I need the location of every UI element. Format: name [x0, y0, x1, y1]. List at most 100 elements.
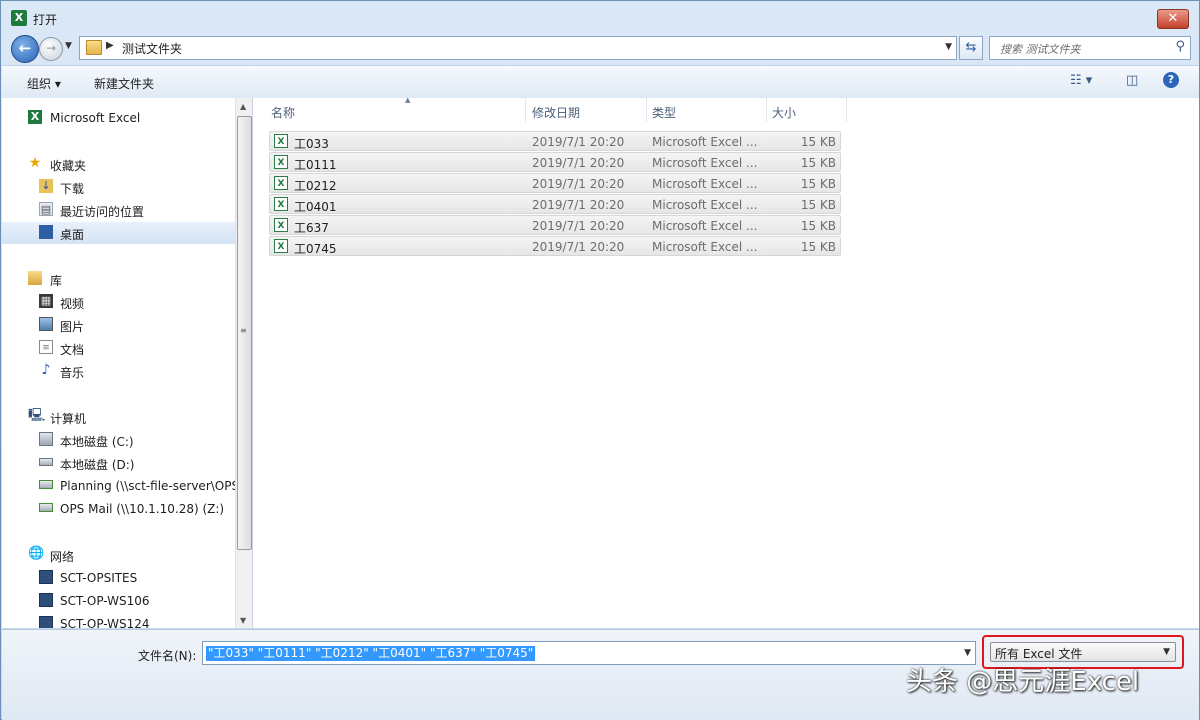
column-header-type[interactable]: 类型 — [646, 98, 767, 122]
nav-item-recent-places[interactable]: ▤ 最近访问的位置 — [2, 199, 235, 221]
excel-file-icon: X — [274, 155, 288, 169]
nav-item-music[interactable]: ♪ 音乐 — [2, 360, 235, 382]
nav-item-network[interactable]: 🌐 网络 — [2, 544, 235, 566]
nav-item-libraries[interactable]: 库 — [2, 268, 235, 290]
nav-item-sct-opsites[interactable]: SCT-OPSITES — [2, 567, 235, 589]
new-folder-button[interactable]: 新建文件夹 — [94, 75, 154, 92]
search-icon[interactable]: ⚲ — [1175, 39, 1185, 54]
column-header-label: 大小 — [772, 106, 797, 120]
file-name: 工033 — [294, 137, 329, 151]
filename-input[interactable]: "工033" "工0111" "工0212" "工0401" "工637" "工… — [202, 641, 976, 665]
file-type: Microsoft Excel ... — [652, 156, 758, 170]
computer-icon: 🖳 — [28, 408, 46, 423]
network-computer-icon — [39, 616, 53, 628]
nav-item-desktop[interactable]: 桌面 — [2, 222, 235, 244]
nav-item-sct-op-ws124[interactable]: SCT-OP-WS124 — [2, 613, 235, 628]
scroll-up-icon[interactable]: ▲ — [240, 102, 246, 111]
nav-item-videos[interactable]: ▦ 视频 — [2, 291, 235, 313]
sort-ascending-icon: ▲ — [405, 96, 411, 104]
watermark: 头条 @思元涯Excel — [906, 667, 1140, 697]
nav-item-pictures[interactable]: 图片 — [2, 314, 235, 336]
navigation-pane: X Microsoft Excel ★ 收藏夹 ↓ 下载 ▤ 最近访问的位置 桌… — [2, 98, 235, 628]
close-button[interactable]: ✕ — [1157, 9, 1189, 29]
recent-pages-dropdown-icon[interactable]: ▼ — [65, 41, 72, 51]
nav-item-downloads[interactable]: ↓ 下载 — [2, 176, 235, 198]
filename-dropdown-icon[interactable]: ▼ — [964, 648, 971, 658]
file-size: 15 KB — [800, 156, 836, 170]
file-name: 工0212 — [294, 179, 337, 193]
music-icon: ♪ — [41, 362, 51, 378]
organize-button[interactable]: 组织 ▾ — [27, 75, 61, 92]
file-size: 15 KB — [800, 198, 836, 212]
scroll-down-icon[interactable]: ▼ — [240, 616, 246, 625]
file-row[interactable]: X 工0745 2019/7/1 20:20 Microsoft Excel .… — [269, 236, 841, 256]
star-icon: ★ — [28, 155, 42, 171]
view-options-icon[interactable]: ☷ ▾ — [1070, 73, 1092, 88]
filetype-select[interactable]: 所有 Excel 文件 ▼ — [990, 642, 1176, 662]
nav-item-label: 文档 — [60, 343, 85, 357]
nav-item-label: Microsoft Excel — [50, 111, 141, 125]
file-type: Microsoft Excel ... — [652, 135, 758, 149]
address-bar[interactable]: ▶ 测试文件夹 ▼ — [79, 36, 957, 60]
column-header-size[interactable]: 大小 — [766, 98, 847, 122]
document-icon: ≡ — [39, 340, 53, 354]
file-date: 2019/7/1 20:20 — [532, 240, 625, 254]
nav-item-sct-op-ws106[interactable]: SCT-OP-WS106 — [2, 590, 235, 612]
nav-item-label: 库 — [50, 274, 63, 288]
nav-item-label: 桌面 — [60, 228, 85, 242]
forward-button[interactable]: → — [39, 37, 63, 61]
preview-pane-icon[interactable]: ◫ — [1126, 73, 1138, 88]
nav-item-label: 网络 — [50, 550, 75, 564]
nav-item-ops-mail-drive[interactable]: OPS Mail (\\10.1.10.28) (Z:) — [2, 498, 235, 520]
file-row[interactable]: X 工637 2019/7/1 20:20 Microsoft Excel ..… — [269, 215, 841, 235]
window-title: 打开 — [33, 13, 58, 27]
file-date: 2019/7/1 20:20 — [532, 198, 625, 212]
file-row[interactable]: X 工0111 2019/7/1 20:20 Microsoft Excel .… — [269, 152, 841, 172]
filetype-dropdown-icon[interactable]: ▼ — [1163, 647, 1170, 657]
local-disk-c-icon — [39, 432, 53, 446]
command-toolbar: 组织 ▾ 新建文件夹 ☷ ▾ ◫ ? — [2, 65, 1199, 99]
download-folder-icon: ↓ — [39, 179, 53, 193]
nav-item-documents[interactable]: ≡ 文档 — [2, 337, 235, 359]
breadcrumb-arrow-icon[interactable]: ▶ — [106, 40, 114, 51]
network-computer-icon — [39, 593, 53, 607]
back-button[interactable]: ← — [11, 35, 39, 63]
file-size: 15 KB — [800, 219, 836, 233]
nav-item-local-disk-c[interactable]: 本地磁盘 (C:) — [2, 429, 235, 451]
file-row[interactable]: X 工0401 2019/7/1 20:20 Microsoft Excel .… — [269, 194, 841, 214]
nav-item-label: Planning (\\sct-file-server\OPS — [60, 479, 235, 493]
excel-file-icon: X — [274, 197, 288, 211]
navigation-pane-scrollbar[interactable]: ▲ ≡ ▼ — [235, 98, 252, 628]
nav-item-computer[interactable]: 🖳 计算机 — [2, 406, 235, 428]
refresh-button[interactable]: ⇆ — [959, 36, 983, 60]
nav-item-microsoft-excel[interactable]: X Microsoft Excel — [2, 107, 235, 129]
nav-item-local-disk-d[interactable]: 本地磁盘 (D:) — [2, 452, 235, 474]
file-size: 15 KB — [800, 177, 836, 191]
column-header-name[interactable]: ▲ 名称 — [265, 96, 526, 122]
nav-item-favorites[interactable]: ★ 收藏夹 — [2, 153, 235, 175]
nav-item-label: 视频 — [60, 297, 85, 311]
file-row[interactable]: X 工0212 2019/7/1 20:20 Microsoft Excel .… — [269, 173, 841, 193]
search-input[interactable]: 搜索 测试文件夹 ⚲ — [989, 36, 1191, 60]
excel-file-icon: X — [274, 239, 288, 253]
address-dropdown-icon[interactable]: ▼ — [945, 42, 952, 52]
excel-icon: X — [28, 110, 42, 124]
file-name: 工0401 — [294, 200, 337, 214]
filename-selected-text[interactable]: "工033" "工0111" "工0212" "工0401" "工637" "工… — [206, 646, 536, 661]
network-icon: 🌐 — [28, 546, 45, 561]
file-type: Microsoft Excel ... — [652, 198, 758, 212]
file-name: 工0745 — [294, 242, 337, 256]
excel-file-icon: X — [274, 218, 288, 232]
nav-item-planning-drive[interactable]: Planning (\\sct-file-server\OPS — [2, 475, 235, 497]
file-date: 2019/7/1 20:20 — [532, 156, 625, 170]
file-name: 工637 — [294, 221, 329, 235]
nav-item-label: 本地磁盘 (D:) — [60, 458, 135, 472]
file-row[interactable]: X 工033 2019/7/1 20:20 Microsoft Excel ..… — [269, 131, 841, 151]
nav-item-label: 本地磁盘 (C:) — [60, 435, 134, 449]
help-icon[interactable]: ? — [1163, 72, 1179, 88]
column-header-date[interactable]: 修改日期 — [526, 98, 647, 122]
breadcrumb-folder[interactable]: 测试文件夹 — [122, 40, 182, 57]
filename-label: 文件名(N): — [138, 649, 197, 663]
file-date: 2019/7/1 20:20 — [532, 177, 625, 191]
file-size: 15 KB — [800, 135, 836, 149]
